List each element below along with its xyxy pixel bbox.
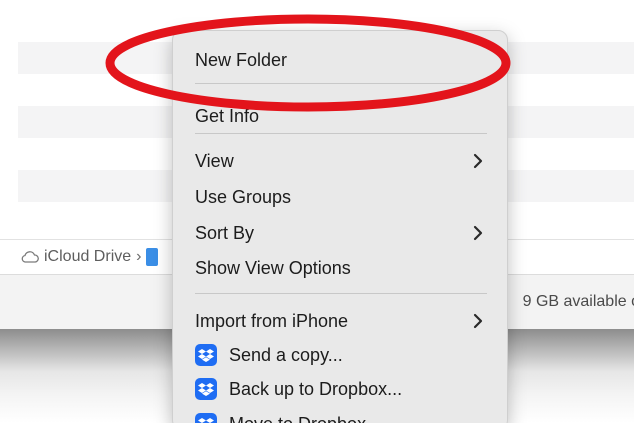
available-space-text: 9 GB available o xyxy=(522,293,634,310)
cloud-icon xyxy=(21,251,39,263)
menu-separator xyxy=(195,133,487,134)
chevron-right-icon xyxy=(473,153,483,169)
menu-item-sort-by[interactable]: Sort By xyxy=(195,216,495,250)
menu-item-back-up-to-dropbox[interactable]: Back up to Dropbox... xyxy=(195,372,495,406)
menu-item-label: Use Groups xyxy=(195,187,292,207)
menu-item-get-info[interactable]: Get Info xyxy=(195,99,495,133)
menu-item-label: Back up to Dropbox... xyxy=(229,379,403,399)
menu-item-move-to-dropbox[interactable]: Move to Dropbox xyxy=(195,407,495,423)
menu-item-label: Get Info xyxy=(195,106,260,126)
menu-item-label: Import from iPhone xyxy=(195,311,349,331)
menu-item-show-view-options[interactable]: Show View Options xyxy=(195,251,495,285)
menu-item-label: Send a copy... xyxy=(229,345,343,365)
menu-item-new-folder[interactable]: New Folder xyxy=(195,43,495,77)
chevron-right-icon xyxy=(473,313,483,329)
path-separator: › xyxy=(136,248,142,265)
folder-icon[interactable] xyxy=(146,248,159,266)
menu-item-send-a-copy[interactable]: Send a copy... xyxy=(195,338,495,372)
menu-item-label: Show View Options xyxy=(195,258,351,278)
chevron-right-icon xyxy=(473,225,483,241)
dropbox-icon xyxy=(195,344,217,366)
menu-item-import-from-iphone[interactable]: Import from iPhone xyxy=(195,304,495,338)
menu-item-label: New Folder xyxy=(195,50,288,70)
dropbox-icon xyxy=(195,378,217,400)
menu-item-view[interactable]: View xyxy=(195,144,495,178)
menu-item-label: View xyxy=(195,151,234,171)
context-menu: New Folder Get Info View Use Groups Sort… xyxy=(172,30,508,423)
menu-item-use-groups[interactable]: Use Groups xyxy=(195,180,495,214)
menu-item-label: Move to Dropbox xyxy=(229,415,495,423)
dropbox-icon xyxy=(195,413,217,423)
menu-item-label: Sort By xyxy=(195,223,255,243)
menu-separator xyxy=(195,293,487,294)
menu-separator xyxy=(195,83,487,84)
path-item-icloud-drive[interactable]: iCloud Drive xyxy=(44,248,131,266)
